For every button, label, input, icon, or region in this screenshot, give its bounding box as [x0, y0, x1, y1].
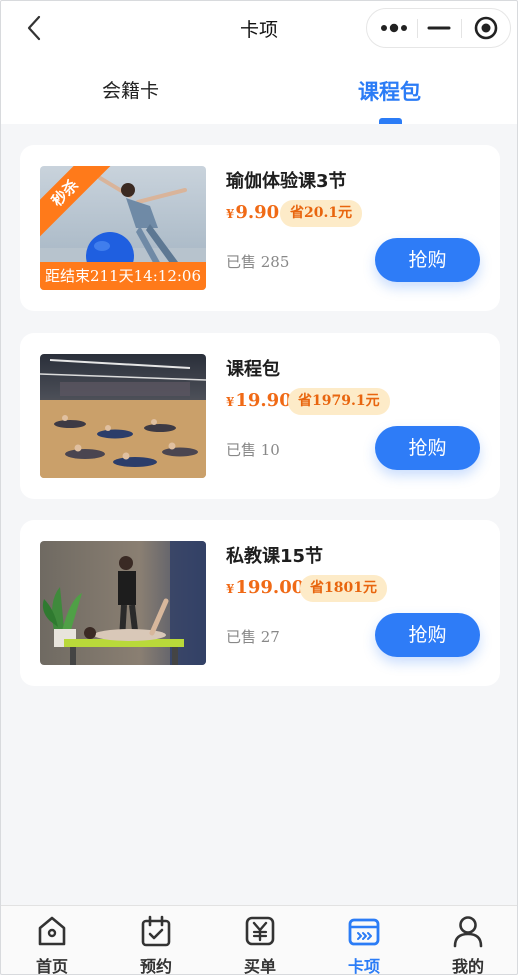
product-price: ¥199.00: [226, 577, 304, 598]
nav-bar: 卡项: [0, 0, 518, 58]
product-card[interactable]: 私教课15节 ¥199.00 省1801元 已售 27 抢购: [20, 520, 500, 686]
sold-count: 已售 10: [226, 441, 280, 459]
currency-symbol: ¥: [226, 395, 235, 409]
product-image-personal-training: [40, 541, 206, 665]
buy-now-button[interactable]: 抢购: [375, 238, 480, 282]
price-value: 199.00: [235, 577, 305, 598]
product-card[interactable]: 课程包 ¥19.90 省1979.1元 已售 10 抢购: [20, 333, 500, 499]
close-program-button[interactable]: [471, 9, 501, 47]
nav-profile[interactable]: 我的: [428, 906, 508, 975]
user-icon: [453, 916, 483, 948]
savings-badge: 省1979.1元: [288, 388, 390, 415]
more-dots-icon: [381, 23, 407, 33]
bottom-tab-bar: 首页 预约 买单 卡项 我的: [0, 905, 518, 975]
tab-membership-card[interactable]: 会籍卡: [102, 76, 159, 103]
header: 卡项 会籍卡 课程包: [0, 0, 518, 124]
nav-label: 买单: [243, 957, 276, 975]
price-value: 9.90: [235, 202, 280, 223]
card-icon: [348, 918, 380, 946]
nav-label: 预约: [139, 957, 172, 975]
home-icon: [38, 916, 66, 946]
currency-symbol: ¥: [226, 582, 235, 596]
target-icon: [474, 16, 498, 40]
countdown-timer: 距结束211天14:12:06: [40, 262, 206, 290]
product-title: 课程包: [226, 359, 280, 380]
nav-booking[interactable]: 预约: [116, 906, 196, 975]
product-title: 私教课15节: [226, 546, 324, 567]
yen-receipt-icon: [245, 916, 275, 946]
nav-label: 我的: [451, 957, 484, 975]
capsule-divider: [461, 19, 462, 38]
savings-badge: 省1801元: [300, 575, 387, 602]
product-image-yoga: 秒杀 距结束211天14:12:06: [40, 166, 206, 290]
tab-course-package[interactable]: 课程包: [358, 76, 421, 106]
product-price: ¥19.90: [226, 390, 292, 411]
nav-cards[interactable]: 卡项: [324, 906, 404, 975]
nav-home[interactable]: 首页: [12, 906, 92, 975]
buy-now-button[interactable]: 抢购: [375, 426, 480, 470]
capsule-divider: [417, 19, 418, 38]
mini-program-capsule: [366, 8, 511, 48]
nav-pay[interactable]: 买单: [220, 906, 300, 975]
currency-symbol: ¥: [226, 207, 235, 221]
nav-label: 卡项: [347, 957, 380, 975]
active-tab-indicator: [379, 118, 402, 124]
product-image-gym-class: [40, 354, 206, 478]
calendar-check-icon: [141, 915, 171, 947]
more-button[interactable]: [375, 9, 415, 47]
tab-bar: 会籍卡 课程包: [0, 58, 518, 124]
sold-count: 已售 285: [226, 253, 290, 271]
price-value: 19.90: [235, 390, 292, 411]
minimize-button[interactable]: [425, 9, 453, 47]
product-title: 瑜伽体验课3节: [226, 171, 347, 192]
nav-label: 首页: [35, 957, 68, 975]
buy-now-button[interactable]: 抢购: [375, 613, 480, 657]
minimize-icon: [427, 26, 451, 30]
sold-count: 已售 27: [226, 628, 280, 646]
product-price: ¥9.90: [226, 202, 279, 223]
product-card[interactable]: 秒杀 距结束211天14:12:06 瑜伽体验课3节 ¥9.90 省20.1元 …: [20, 145, 500, 311]
savings-badge: 省20.1元: [280, 200, 363, 227]
